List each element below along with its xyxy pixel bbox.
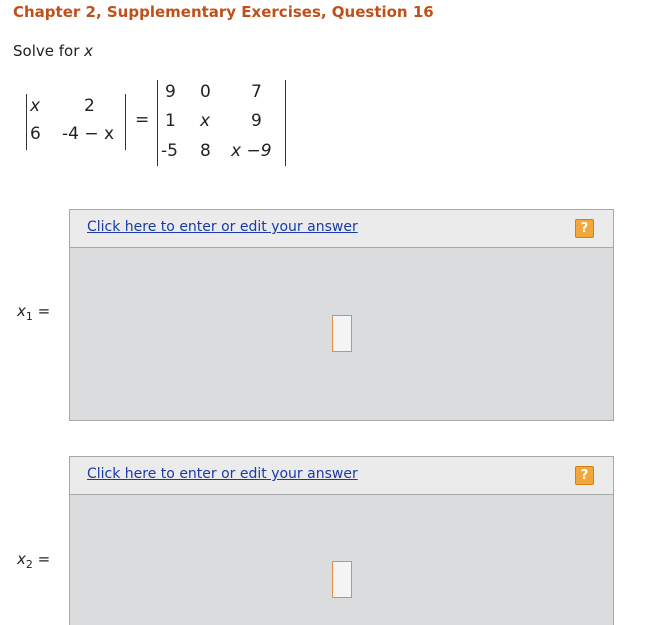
left-cell-r1c2: 2 (84, 96, 95, 116)
right-cell-r3c1: -5 (161, 141, 178, 161)
help-icon[interactable]: ? (575, 219, 594, 238)
right-cell-r1c1: 9 (165, 82, 176, 102)
left-det-bar-left (26, 94, 27, 150)
right-cell-r3c2: 8 (200, 141, 211, 161)
answer-label-x2: x2 = (17, 550, 51, 571)
page: Chapter 2, Supplementary Exercises, Ques… (0, 0, 660, 625)
prompt-variable: x (84, 42, 94, 60)
answer-box-header: Click here to enter or edit your answer … (70, 210, 613, 248)
right-det-bar-left (157, 80, 158, 166)
answer-box-header: Click here to enter or edit your answer … (70, 457, 613, 495)
question-prompt: Solve for x (13, 42, 93, 60)
equals-sign: = (135, 110, 150, 130)
right-det-bar-right (285, 80, 286, 166)
right-cell-r3c3: x −9 (231, 141, 272, 161)
prompt-text: Solve for (13, 42, 85, 60)
answer-box-x2[interactable]: Click here to enter or edit your answer … (69, 456, 614, 625)
answer-input-slot[interactable] (332, 561, 352, 598)
answer-box-x1[interactable]: Click here to enter or edit your answer … (69, 209, 614, 421)
right-cell-r1c3: 7 (251, 82, 262, 102)
help-icon[interactable]: ? (575, 466, 594, 485)
answer-input-slot[interactable] (332, 315, 352, 352)
right-determinant: 9 0 7 1 x 9 -5 8 x −9 (157, 80, 286, 166)
left-cell-r2c2: -4 − x (62, 124, 115, 144)
left-determinant: x 2 6 -4 − x (26, 94, 126, 150)
right-cell-r2c3: 9 (251, 111, 262, 131)
edit-answer-link[interactable]: Click here to enter or edit your answer (87, 466, 358, 482)
left-det-bar-right (125, 94, 126, 150)
right-cell-r2c2: x (200, 111, 211, 131)
left-cell-r1c1: x (30, 96, 41, 116)
edit-answer-link[interactable]: Click here to enter or edit your answer (87, 219, 358, 235)
answer-label-x1: x1 = (17, 302, 51, 323)
right-cell-r1c2: 0 (200, 82, 211, 102)
left-cell-r2c1: 6 (30, 124, 41, 144)
right-cell-r2c1: 1 (165, 111, 176, 131)
page-title: Chapter 2, Supplementary Exercises, Ques… (13, 3, 434, 21)
